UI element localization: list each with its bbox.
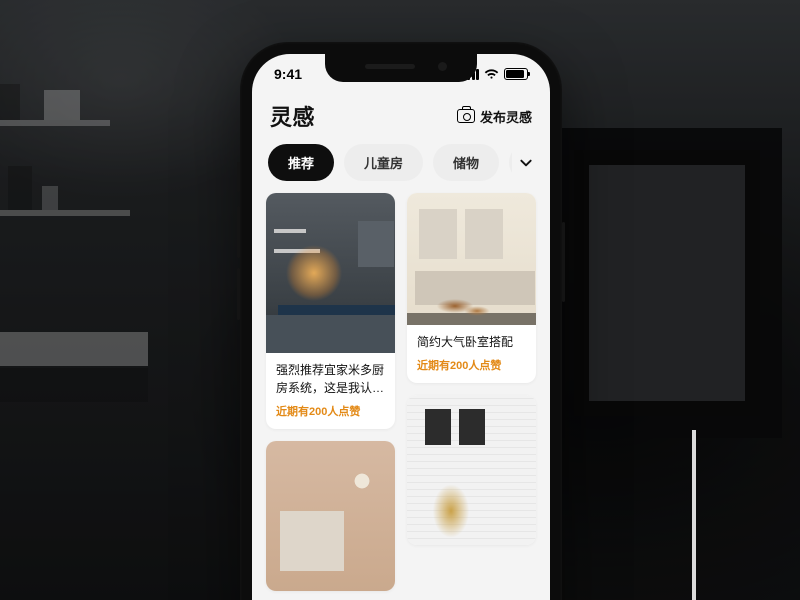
wifi-icon xyxy=(484,69,499,80)
page-header: 灵感 发布灵感 xyxy=(252,94,550,144)
card-likes: 近期有200人点赞 xyxy=(417,357,526,373)
category-tabs[interactable]: 推荐 儿童房 储物 装饰 xyxy=(268,144,512,181)
phone-screen: 9:41 灵感 发布灵感 推荐 儿童房 储物 xyxy=(252,54,550,600)
card-title: 强烈推荐宜家米多厨房系统，这是我认为目前最完美的... xyxy=(276,361,385,397)
battery-icon xyxy=(504,68,528,80)
tab-kids-room[interactable]: 儿童房 xyxy=(344,144,423,181)
feed-card[interactable]: 强烈推荐宜家米多厨房系统，这是我认为目前最完美的... 近期有200人点赞 xyxy=(266,193,395,429)
background-lamp xyxy=(692,430,696,600)
phone-frame: 9:41 灵感 发布灵感 推荐 儿童房 储物 xyxy=(240,42,562,600)
card-title: 简约大气卧室搭配 xyxy=(417,333,526,351)
tab-recommended[interactable]: 推荐 xyxy=(268,144,334,181)
feed-card[interactable]: 简约大气卧室搭配 近期有200人点赞 xyxy=(407,193,536,383)
phone-mute-switch xyxy=(237,162,240,192)
feed-card[interactable] xyxy=(407,395,536,545)
card-body: 简约大气卧室搭配 近期有200人点赞 xyxy=(407,325,536,383)
phone-notch xyxy=(325,54,477,82)
page-title: 灵感 xyxy=(270,100,315,132)
card-thumbnail xyxy=(407,193,536,325)
card-body: 强烈推荐宜家米多厨房系统，这是我认为目前最完美的... 近期有200人点赞 xyxy=(266,353,395,429)
mockup-stage: 9:41 灵感 发布灵感 推荐 儿童房 储物 xyxy=(0,0,800,600)
phone-power-button xyxy=(562,222,565,302)
feed-card[interactable] xyxy=(266,441,395,591)
tabs-more-button[interactable] xyxy=(512,156,540,170)
phone-vol-up xyxy=(237,206,240,258)
card-thumbnail xyxy=(266,441,395,591)
camera-icon xyxy=(457,109,475,123)
chevron-down-icon xyxy=(519,156,533,170)
category-tabs-row: 推荐 儿童房 储物 装饰 xyxy=(252,144,550,193)
status-time: 9:41 xyxy=(274,66,302,82)
inspiration-feed[interactable]: 强烈推荐宜家米多厨房系统，这是我认为目前最完美的... 近期有200人点赞 简约… xyxy=(252,193,550,591)
card-thumbnail xyxy=(266,193,395,353)
tab-storage[interactable]: 储物 xyxy=(433,144,499,181)
card-thumbnail xyxy=(407,395,536,545)
publish-button[interactable]: 发布灵感 xyxy=(457,107,532,126)
phone-vol-down xyxy=(237,268,240,320)
publish-label: 发布灵感 xyxy=(480,107,532,126)
card-likes: 近期有200人点赞 xyxy=(276,403,385,419)
